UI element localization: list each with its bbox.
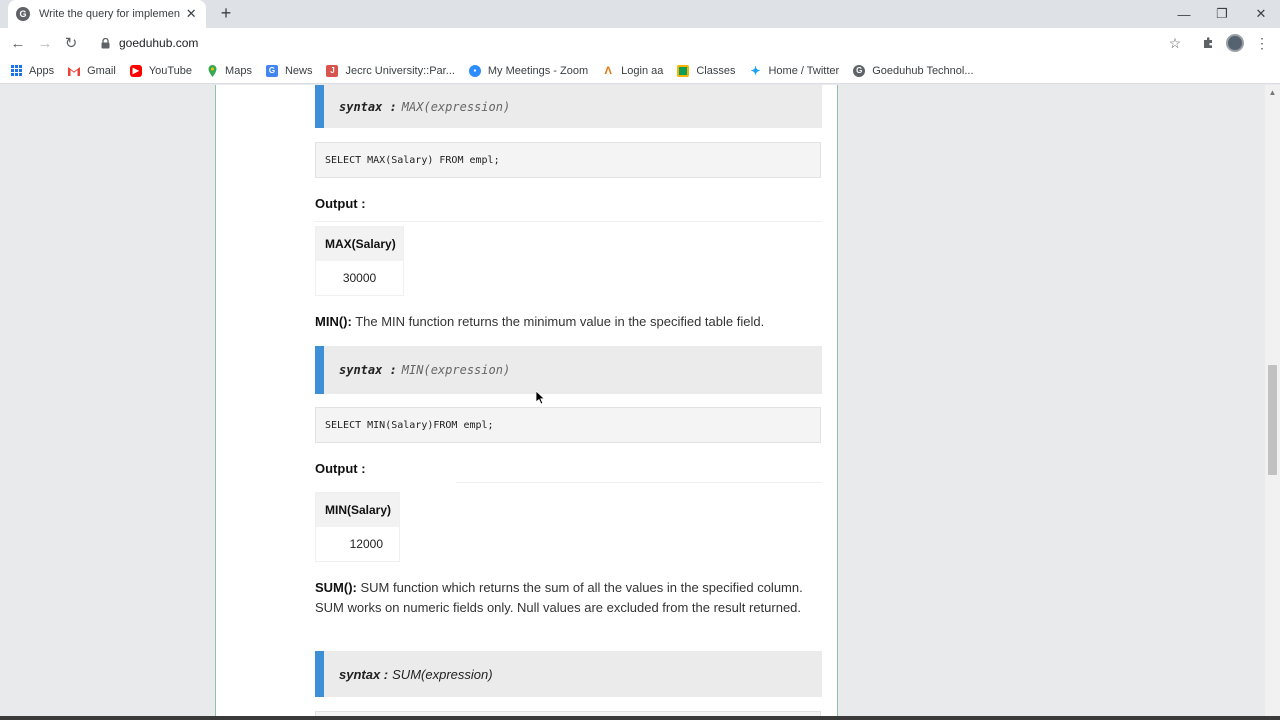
back-button[interactable]: ← bbox=[7, 32, 29, 54]
tab-favicon-icon: G bbox=[16, 7, 30, 21]
max-output-label: Output : bbox=[315, 196, 366, 211]
divider bbox=[315, 221, 822, 222]
zoom-icon: ▪ bbox=[468, 64, 481, 77]
login-icon: Λ bbox=[604, 64, 612, 77]
min-description: MIN(): The MIN function returns the mini… bbox=[315, 312, 825, 332]
function-description: SUM function which returns the sum of al… bbox=[315, 580, 803, 615]
bookmark-star-icon[interactable]: ☆ bbox=[1164, 32, 1186, 54]
bookmark-gmail[interactable]: Gmail bbox=[68, 65, 116, 77]
bookmark-maps[interactable]: Maps bbox=[206, 64, 252, 77]
extensions-icon[interactable] bbox=[1197, 32, 1219, 54]
close-window-button[interactable]: ✕ bbox=[1242, 0, 1280, 28]
bookmark-label: Maps bbox=[225, 64, 252, 77]
syntax-expression: MAX(expression) bbox=[401, 99, 511, 114]
lock-icon bbox=[98, 36, 112, 50]
bookmark-label: Login aa bbox=[621, 64, 664, 77]
function-description: The MIN function returns the minimum val… bbox=[351, 314, 765, 329]
browser-toolbar: ← → ↻ goeduhub.com ☆ ⋮ bbox=[0, 28, 1280, 58]
taskbar-edge bbox=[0, 716, 1280, 720]
tab-title: Write the query for implementing bbox=[39, 8, 181, 20]
bookmark-label: YouTube bbox=[148, 64, 193, 77]
browser-tab[interactable]: G Write the query for implementing ✕ bbox=[8, 0, 206, 28]
url-text: goeduhub.com bbox=[119, 36, 199, 50]
bookmark-classes[interactable]: Classes bbox=[677, 64, 736, 77]
scroll-up-arrow-icon[interactable]: ▲ bbox=[1268, 89, 1277, 97]
news-icon: G bbox=[265, 64, 278, 77]
jecrc-icon: J bbox=[326, 64, 339, 77]
forward-button[interactable]: → bbox=[34, 32, 56, 54]
table-cell: 30000 bbox=[316, 261, 403, 295]
goeduhub-icon: G bbox=[853, 64, 866, 77]
max-query-code: SELECT MAX(Salary) FROM empl; bbox=[315, 142, 821, 178]
min-query-code: SELECT MIN(Salary)FROM empl; bbox=[315, 407, 821, 443]
bookmark-label: News bbox=[284, 64, 313, 77]
bookmark-label: Classes bbox=[696, 64, 736, 77]
min-syntax-box: syntax : MIN(expression) bbox=[315, 346, 822, 394]
bookmark-jecrc[interactable]: J Jecrc University::Par... bbox=[326, 64, 455, 77]
function-name: SUM(): bbox=[315, 580, 357, 595]
page-viewport: syntax : MAX(expression) SELECT MAX(Sala… bbox=[0, 85, 1280, 720]
table-header: MAX(Salary) bbox=[316, 227, 403, 261]
bookmarks-bar: Apps Gmail ▶ YouTube Maps G News J Jecrc… bbox=[0, 58, 1280, 84]
bookmark-zoom[interactable]: ▪ My Meetings - Zoom bbox=[468, 64, 589, 77]
bookmark-label: Apps bbox=[29, 64, 55, 77]
bookmark-label: Jecrc University::Par... bbox=[345, 64, 455, 77]
apps-grid-icon bbox=[10, 65, 22, 77]
twitter-icon: ✦ bbox=[750, 63, 761, 78]
bookmark-twitter[interactable]: ✦ Home / Twitter bbox=[749, 63, 840, 78]
max-result-table: MAX(Salary) 30000 bbox=[315, 226, 404, 296]
bookmark-goeduhub[interactable]: G Goeduhub Technol... bbox=[853, 64, 974, 77]
restore-button[interactable]: ❐ bbox=[1203, 0, 1241, 28]
table-cell: 12000 bbox=[316, 527, 399, 561]
sum-description: SUM(): SUM function which returns the su… bbox=[315, 578, 825, 618]
minimize-button[interactable]: — bbox=[1165, 0, 1203, 28]
reload-button[interactable]: ↻ bbox=[60, 32, 82, 54]
gmail-icon bbox=[68, 65, 81, 77]
new-tab-button[interactable]: + bbox=[216, 3, 236, 23]
divider bbox=[456, 482, 822, 483]
max-syntax-box: syntax : MAX(expression) bbox=[315, 85, 822, 128]
bookmark-login[interactable]: Λ Login aa bbox=[602, 65, 663, 77]
syntax-keyword: syntax : bbox=[339, 363, 397, 377]
bookmark-news[interactable]: G News bbox=[265, 64, 313, 77]
min-output-label: Output : bbox=[315, 461, 366, 476]
menu-kebab-icon[interactable]: ⋮ bbox=[1251, 32, 1273, 54]
article-content: syntax : MAX(expression) SELECT MAX(Sala… bbox=[215, 85, 838, 720]
syntax-keyword: syntax : bbox=[339, 99, 397, 114]
bookmark-label: Goeduhub Technol... bbox=[872, 64, 974, 77]
mouse-cursor-icon bbox=[536, 391, 546, 405]
syntax-expression: MIN(expression) bbox=[401, 363, 511, 377]
function-name: MIN(): bbox=[315, 314, 352, 329]
scrollbar-thumb[interactable] bbox=[1268, 365, 1277, 475]
syntax-keyword: syntax : bbox=[339, 666, 389, 682]
syntax-expression: SUM(expression) bbox=[392, 666, 493, 682]
profile-avatar[interactable] bbox=[1226, 34, 1244, 52]
classroom-icon bbox=[677, 64, 690, 77]
youtube-icon: ▶ bbox=[129, 64, 142, 77]
bookmark-label: Home / Twitter bbox=[768, 64, 840, 77]
min-result-table: MIN(Salary) 12000 bbox=[315, 492, 400, 562]
sum-syntax-box: syntax : SUM(expression) bbox=[315, 651, 822, 697]
maps-icon bbox=[206, 64, 218, 77]
tab-strip: G Write the query for implementing ✕ + —… bbox=[0, 0, 1280, 28]
tab-close-icon[interactable]: ✕ bbox=[184, 6, 198, 22]
bookmark-youtube[interactable]: ▶ YouTube bbox=[129, 64, 193, 77]
bookmark-label: Gmail bbox=[87, 64, 116, 77]
address-bar[interactable]: goeduhub.com bbox=[92, 30, 1192, 56]
bookmark-apps[interactable]: Apps bbox=[10, 65, 54, 77]
bookmark-label: My Meetings - Zoom bbox=[487, 64, 589, 77]
table-header: MIN(Salary) bbox=[316, 493, 399, 527]
